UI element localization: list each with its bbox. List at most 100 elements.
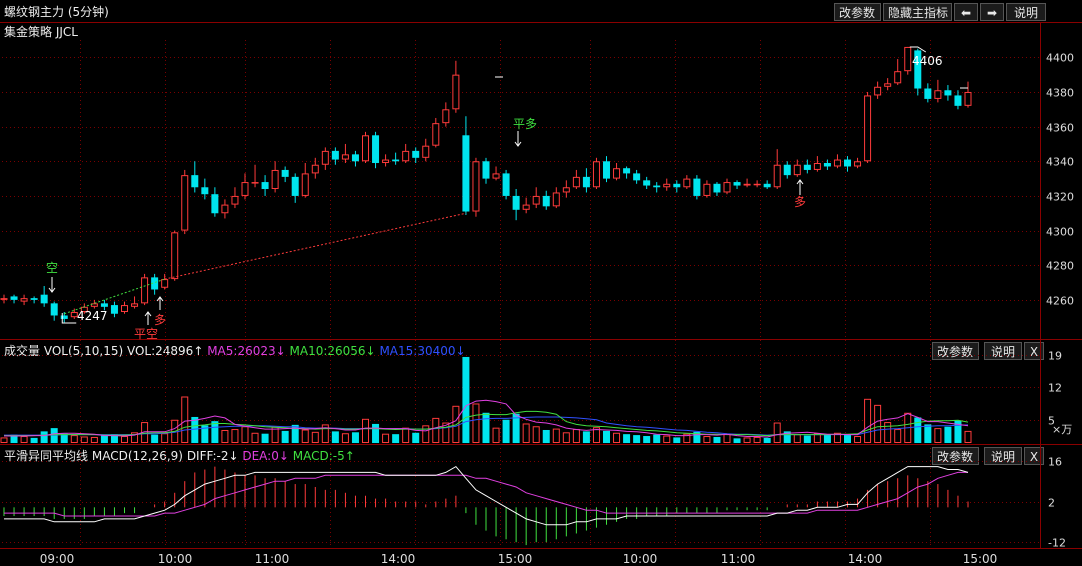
volume-bar [673,437,681,443]
candle [201,178,209,200]
candle [813,156,821,172]
candle [211,187,219,217]
candle-body [191,175,199,188]
candle [100,299,108,311]
candle [542,190,550,210]
volume-bar [40,431,48,443]
high-marker [909,46,927,53]
close-short-signal-label: 平空 [134,327,158,341]
volume-bar [844,434,851,443]
candle-body [261,182,269,189]
volume-bar [904,412,912,443]
candle-body [823,163,831,167]
time-axis-label: 15:00 [963,552,998,566]
time-axis-label: 11:00 [255,552,290,566]
candle-body [874,86,882,96]
volume-bar [291,424,299,443]
candle [773,149,781,189]
candle [562,180,570,198]
volume-ma10-line [4,410,969,437]
kline-chart[interactable]: 空 多 平空 平多 多 4247 4406 4260 4280 4300 4320 43… [0,0,1082,566]
candle [40,286,48,307]
trade-signals: 空 多 平空 平多 多 4247 4406 [46,46,968,341]
candle [80,303,88,314]
candle-body [442,109,450,124]
candle-body [482,161,490,179]
candle [442,102,450,127]
candle-body [592,161,600,188]
volume-bar [181,396,189,443]
volume-bar [0,437,8,444]
candle [110,301,118,318]
candle-body [432,123,440,146]
candle-body [0,298,8,300]
volume-bar [10,434,18,443]
help-button[interactable]: 说明 [1006,3,1046,21]
candle-body [854,161,862,167]
candle [552,187,560,209]
candle [884,78,892,91]
candle-body [181,175,189,231]
candle-body [703,183,711,196]
hide-main-indicator-button[interactable]: 隐藏主指标 [883,3,952,21]
candle-body [713,183,721,193]
candle-body [472,161,480,212]
macd-header: 平滑异同平均线 MACD(12,26,9) DIFF:-2↓ DEA:0↓ MA… [4,447,355,464]
volume-bar [512,413,520,443]
candle [351,150,359,167]
candle [532,187,540,209]
candle-body [663,183,671,188]
candle [131,296,139,309]
candle [141,273,149,306]
candle-body [70,312,78,318]
price-tick-label: 4300 [1046,226,1074,239]
volume-header: 成交量 VOL(5,10,15) VOL:24896↑ MA5:26023↓ M… [4,342,466,359]
macd-help-button[interactable]: 说明 [984,447,1022,465]
candle-body [864,95,872,162]
macd-close-button[interactable]: X [1024,447,1044,465]
volume-unit-label: ×万 [1052,423,1072,436]
volume-bar [833,432,841,443]
price-tick-label: 4260 [1046,295,1074,308]
time-axis-label: 14:00 [848,552,883,566]
edit-params-button[interactable]: 改参数 [834,3,881,21]
volume-tick-label: 5 [1048,415,1055,428]
candle-body [392,159,400,162]
candle-body [743,183,751,186]
volume-bar [211,421,219,443]
arrow-up-icon [796,179,804,195]
candle [733,180,741,189]
volume-edit-params-button[interactable]: 改参数 [932,342,979,360]
candle-body [331,150,339,160]
candle-body [131,303,139,307]
candle [402,143,410,164]
volume-close-button[interactable]: X [1024,342,1044,360]
candle [0,294,8,304]
volume-bar [121,436,128,443]
candle-body [512,195,520,210]
candle-body [552,192,560,207]
price-tick-label: 4360 [1046,122,1074,135]
candle-body [613,168,621,179]
macd-edit-params-button[interactable]: 改参数 [932,447,979,465]
volume-bar [20,436,28,443]
volume-help-button[interactable]: 说明 [984,342,1022,360]
arrow-down-icon [48,277,56,293]
arrow-left-icon[interactable]: ⬅ [954,3,978,21]
candle [311,157,319,179]
volume-bar [783,431,791,443]
candle-body [904,46,912,72]
volume-bar [914,417,922,443]
candle [472,157,480,217]
candle [623,166,631,179]
candle-body [422,145,430,158]
volume-bar [151,434,159,443]
candle-body [372,135,380,164]
candle [512,189,520,221]
candle-body [362,135,369,162]
candle [783,161,791,179]
volume-bar [301,429,309,444]
arrow-right-icon[interactable]: ➡ [980,3,1004,21]
trend-line [64,212,467,315]
candle [261,175,269,196]
